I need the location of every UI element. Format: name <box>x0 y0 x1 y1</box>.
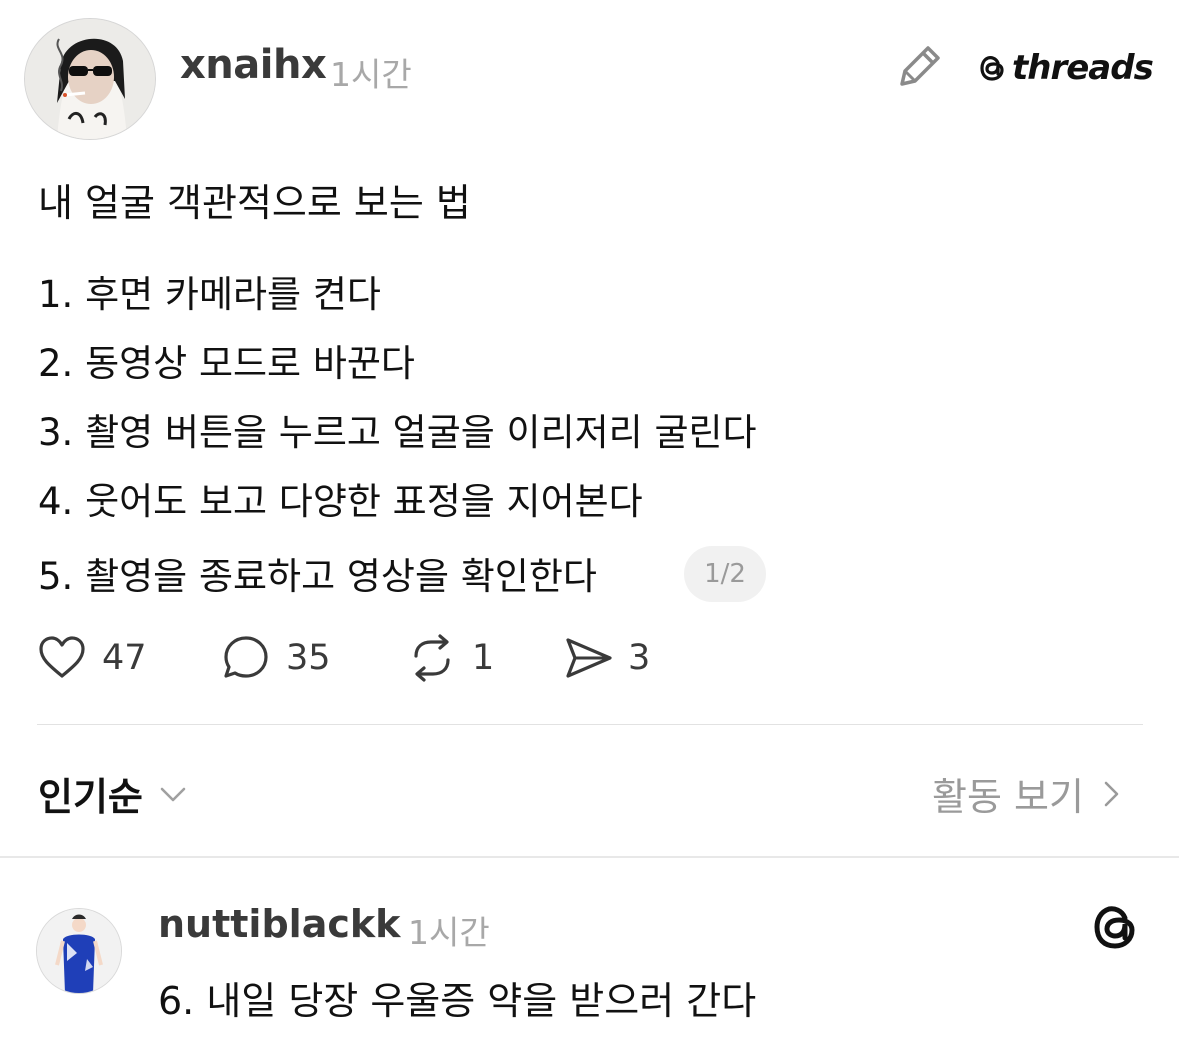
like-button[interactable]: 47 <box>36 630 147 686</box>
post-time: 1시간 <box>330 55 412 94</box>
sort-label: 인기순 <box>38 775 143 819</box>
repost-icon <box>414 634 450 682</box>
reply-username[interactable]: nuttiblackk <box>158 902 400 946</box>
post-step: 4. 웃어도 보고 다양한 표정을 지어본다 <box>38 480 643 523</box>
page-indicator-badge[interactable]: 1/2 <box>684 546 766 602</box>
send-icon <box>566 638 612 678</box>
threads-brand[interactable]: threads <box>976 48 1154 88</box>
section-divider <box>0 856 1179 858</box>
post-step: 1. 후면 카메라를 켠다 <box>38 273 381 316</box>
post-step: 5. 촬영을 종료하고 영상을 확인한다 <box>38 555 597 598</box>
threads-wordmark: threads <box>1012 48 1154 88</box>
comment-bubble-icon <box>224 636 268 678</box>
repost-button[interactable]: 1 <box>406 630 494 686</box>
author-avatar[interactable] <box>24 18 156 140</box>
reply-text: 6. 내일 당장 우울증 약을 받으러 간다 <box>158 979 757 1023</box>
threads-logo-icon[interactable] <box>1088 900 1142 954</box>
post-step: 2. 동영상 모드로 바꾼다 <box>38 342 415 385</box>
share-button[interactable]: 3 <box>562 630 650 686</box>
like-count: 47 <box>102 638 147 678</box>
pencil-icon[interactable] <box>892 38 944 94</box>
author-avatar-image <box>25 19 155 139</box>
view-activity-link[interactable]: 활동 보기 <box>932 766 1126 821</box>
chevron-down-icon <box>160 787 186 801</box>
reply-time: 1시간 <box>408 913 490 952</box>
author-username[interactable]: xnaihx <box>180 42 327 88</box>
post-title: 내 얼굴 객관적으로 보는 법 <box>38 181 471 225</box>
activity-label: 활동 보기 <box>932 775 1084 819</box>
reply-avatar[interactable] <box>36 908 122 994</box>
threads-logo-icon <box>980 56 1004 81</box>
comment-button[interactable]: 35 <box>220 630 331 686</box>
post-step: 3. 촬영 버튼을 누르고 얼굴을 이리저리 굴린다 <box>38 411 757 454</box>
share-count: 3 <box>628 638 651 678</box>
heart-icon <box>39 636 85 678</box>
divider <box>37 724 1143 725</box>
sort-dropdown[interactable]: 인기순 <box>38 766 189 821</box>
repost-count: 1 <box>472 638 495 678</box>
reply-avatar-image <box>37 909 121 993</box>
chevron-right-icon <box>1104 781 1119 806</box>
comment-count: 35 <box>286 638 331 678</box>
